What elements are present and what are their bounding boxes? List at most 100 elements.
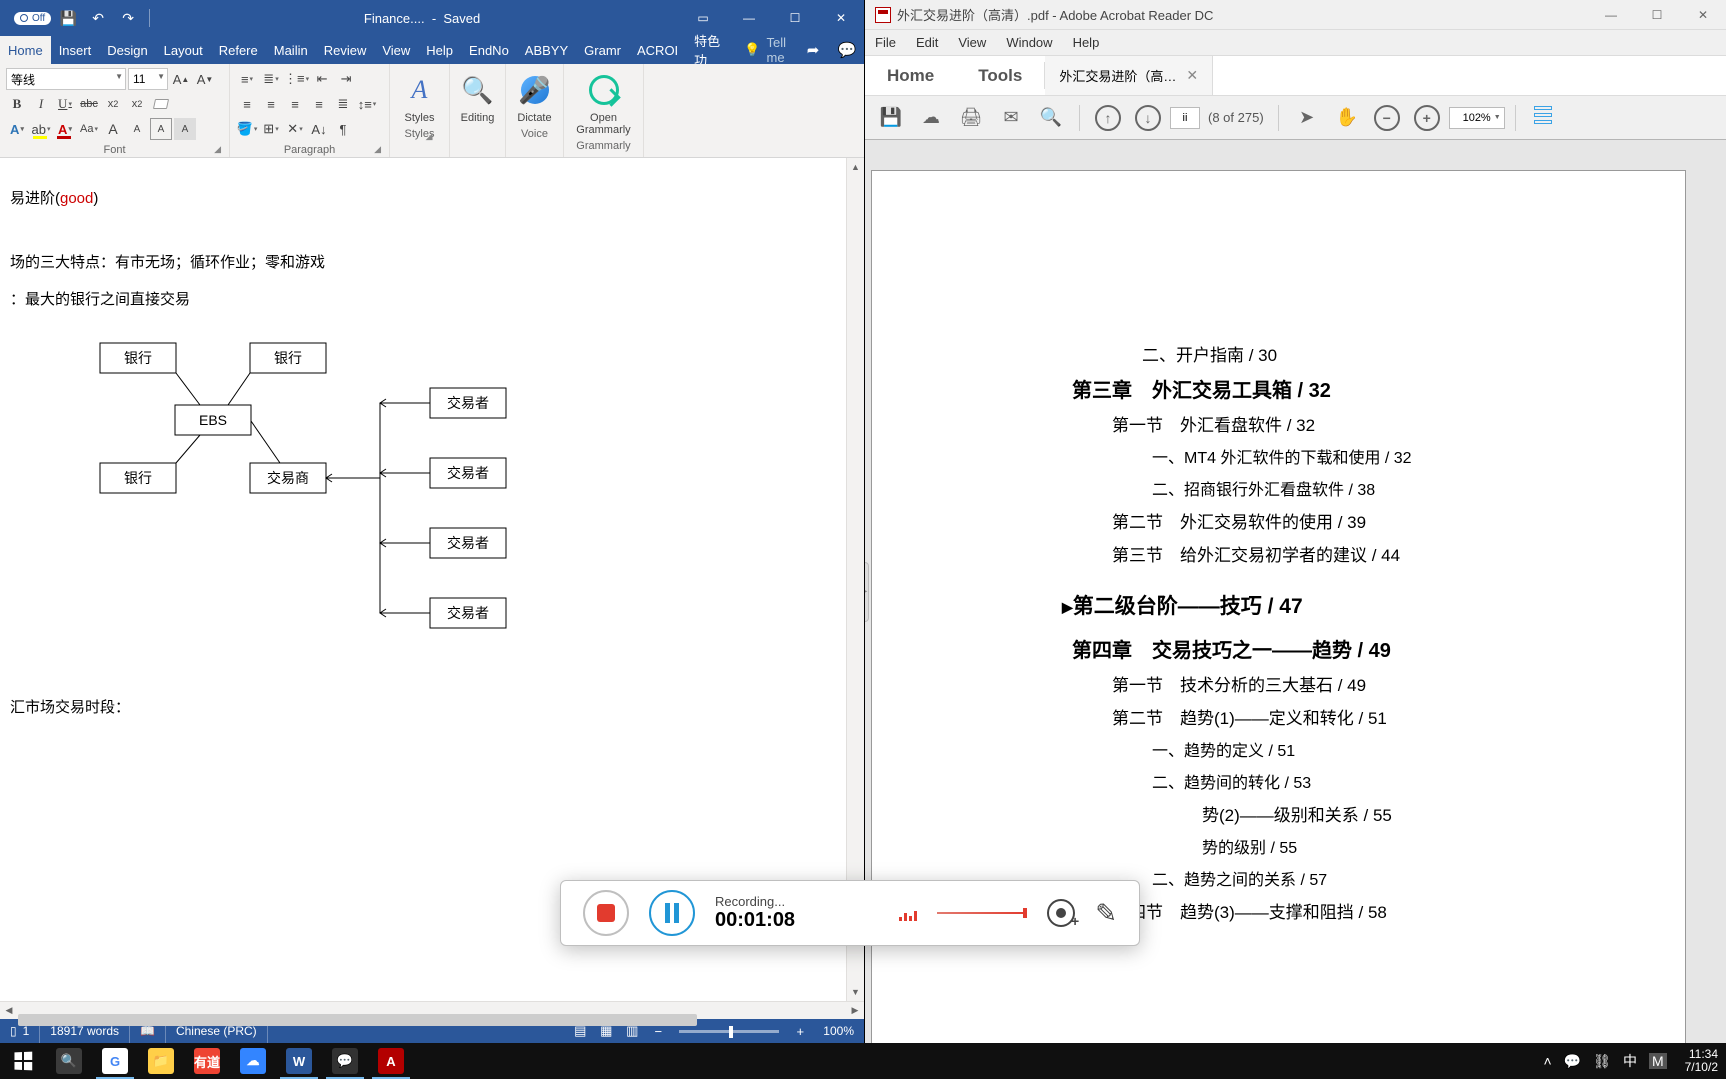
document-area[interactable]: 易进阶(good) 场的三大特点：有市无场；循环作业；零和游戏 ：最大的银行之间… — [0, 158, 864, 1001]
justify-button[interactable]: ≡ — [308, 93, 330, 115]
char-shading-button[interactable]: A — [174, 118, 196, 140]
snap-button[interactable]: ✕▾ — [284, 118, 306, 140]
taskbar-app-baidu[interactable]: ☁ — [230, 1043, 276, 1079]
shrink-font2-icon[interactable]: A — [126, 118, 148, 140]
tray-chevron-icon[interactable]: ˄ — [1544, 1053, 1552, 1069]
tray-wechat-icon[interactable]: 💬 — [1564, 1053, 1581, 1070]
menu-edit[interactable]: Edit — [906, 30, 948, 55]
grow-font-icon[interactable]: A▲ — [170, 68, 192, 90]
acro-tab-home[interactable]: Home — [865, 56, 956, 95]
taskbar-clock[interactable]: 11:34 7/10/2 — [1677, 1048, 1726, 1074]
font-size-combo[interactable]: 11▼ — [128, 68, 168, 90]
cloud-icon[interactable]: ☁ — [913, 100, 949, 136]
multilevel-button[interactable]: ⋮≡▾ — [284, 68, 309, 90]
sort-button[interactable]: A↓ — [308, 118, 330, 140]
change-case-button[interactable]: Aa▾ — [78, 118, 100, 140]
redo-icon[interactable]: ↷ — [115, 4, 141, 32]
zoom-combo[interactable]: 102%▼ — [1449, 107, 1505, 129]
screen-recorder-toolbar[interactable]: Recording... 00:01:08 ✎ — [560, 880, 1140, 946]
volume-slider[interactable] — [937, 912, 1027, 914]
tab-view[interactable]: View — [374, 36, 418, 64]
tray-app-icon[interactable]: M — [1649, 1053, 1667, 1069]
search-icon[interactable]: 🔍 — [1033, 100, 1069, 136]
system-tray[interactable]: ˄ 💬 ⛓ 中 M — [1534, 1051, 1677, 1071]
char-border-button[interactable]: A — [150, 118, 172, 140]
save-icon[interactable]: 💾 — [873, 100, 909, 136]
highlight-button[interactable]: ab▾ — [30, 118, 52, 140]
taskbar-app-youdao[interactable]: 有道 — [184, 1043, 230, 1079]
email-icon[interactable]: ✉ — [993, 100, 1029, 136]
taskbar-app-wechat[interactable]: 💬 — [322, 1043, 368, 1079]
menu-window[interactable]: Window — [996, 30, 1062, 55]
zoom-level[interactable]: 100% — [813, 1019, 864, 1043]
close-icon[interactable]: ✕ — [818, 0, 864, 36]
grow-font2-icon[interactable]: A — [102, 118, 124, 140]
tab-home[interactable]: Home — [0, 36, 51, 64]
zoom-in-icon[interactable]: + — [1409, 100, 1445, 136]
scroll-left-icon[interactable]: ◀ — [0, 1005, 18, 1016]
tab-grammarly[interactable]: Gramr — [576, 36, 629, 64]
dictate-button[interactable]: 🎤 Dictate — [512, 68, 557, 124]
webcam-toggle-button[interactable] — [1047, 899, 1075, 927]
vertical-scrollbar[interactable]: ▲ ▼ — [846, 158, 864, 1001]
taskbar-app-chrome[interactable]: G — [92, 1043, 138, 1079]
decrease-indent-button[interactable]: ⇤ — [311, 68, 333, 90]
save-icon[interactable]: 💾 — [55, 4, 81, 32]
distribute-button[interactable]: ≣ — [332, 93, 354, 115]
share-icon[interactable]: ➦ — [796, 36, 830, 64]
start-button[interactable] — [0, 1043, 46, 1079]
comments-icon[interactable]: 💬 — [830, 36, 864, 64]
maximize-icon[interactable]: ☐ — [772, 0, 818, 36]
tab-design[interactable]: Design — [99, 36, 155, 64]
autosave-toggle[interactable]: Off — [14, 12, 51, 25]
tab-layout[interactable]: Layout — [156, 36, 211, 64]
bold-button[interactable]: B — [6, 93, 28, 115]
align-left-button[interactable]: ≡ — [236, 93, 258, 115]
fit-width-icon[interactable] — [1526, 100, 1562, 136]
increase-indent-button[interactable]: ⇥ — [335, 68, 357, 90]
tab-endnote[interactable]: EndNo — [461, 36, 517, 64]
text-effects-button[interactable]: A▾ — [6, 118, 28, 140]
styles-gallery-button[interactable]: A Styles — [402, 68, 438, 124]
open-grammarly-button[interactable]: Open Grammarly — [570, 68, 637, 136]
acro-minimize-icon[interactable]: — — [1588, 0, 1634, 30]
page-down-icon[interactable]: ↓ — [1130, 100, 1166, 136]
acro-maximize-icon[interactable]: ☐ — [1634, 0, 1680, 30]
align-right-button[interactable]: ≡ — [284, 93, 306, 115]
taskbar-app-explorer[interactable]: 📁 — [138, 1043, 184, 1079]
zoom-out-icon[interactable]: − — [1369, 100, 1405, 136]
taskbar-app-word[interactable]: W — [276, 1043, 322, 1079]
bullets-button[interactable]: ≡▾ — [236, 68, 258, 90]
font-dialog-launcher[interactable]: ◢ — [214, 144, 221, 155]
underline-button[interactable]: U▾ — [54, 93, 76, 115]
tab-insert[interactable]: Insert — [51, 36, 100, 64]
menu-help[interactable]: Help — [1063, 30, 1110, 55]
shading-button[interactable]: 🪣▾ — [236, 118, 258, 140]
zoom-in-button[interactable]: + — [787, 1019, 813, 1043]
show-marks-button[interactable]: ¶ — [332, 118, 354, 140]
horizontal-scrollbar[interactable]: ◀ ▶ — [0, 1001, 864, 1019]
subscript-button[interactable]: x2 — [102, 93, 124, 115]
menu-view[interactable]: View — [948, 30, 996, 55]
scroll-up-icon[interactable]: ▲ — [847, 158, 864, 176]
minimize-icon[interactable]: — — [726, 0, 772, 36]
align-center-button[interactable]: ≡ — [260, 93, 282, 115]
page-up-icon[interactable]: ↑ — [1090, 100, 1126, 136]
pause-record-button[interactable] — [649, 890, 695, 936]
tell-me-search[interactable]: 💡 Tell me — [734, 36, 796, 64]
line-spacing-button[interactable]: ↕≡▾ — [356, 93, 378, 115]
acro-tab-tools[interactable]: Tools — [956, 56, 1044, 95]
tab-special[interactable]: 特色功 — [686, 36, 734, 64]
clear-format-button[interactable] — [150, 93, 172, 115]
editing-button[interactable]: 🔍 Editing — [456, 68, 499, 124]
page-number-input[interactable]: ii — [1170, 107, 1200, 129]
italic-button[interactable]: I — [30, 93, 52, 115]
font-color-button[interactable]: A▾ — [54, 118, 76, 140]
select-tool-icon[interactable]: ➤ — [1289, 100, 1325, 136]
acro-tab-document[interactable]: 外汇交易进阶（高… ✕ — [1045, 56, 1213, 95]
annotate-button[interactable]: ✎ — [1095, 898, 1117, 929]
paragraph-dialog-launcher[interactable]: ◢ — [374, 144, 381, 155]
zoom-slider[interactable] — [679, 1030, 779, 1033]
scroll-down-icon[interactable]: ▼ — [847, 983, 864, 1001]
taskbar-app-acrobat[interactable]: A — [368, 1043, 414, 1079]
